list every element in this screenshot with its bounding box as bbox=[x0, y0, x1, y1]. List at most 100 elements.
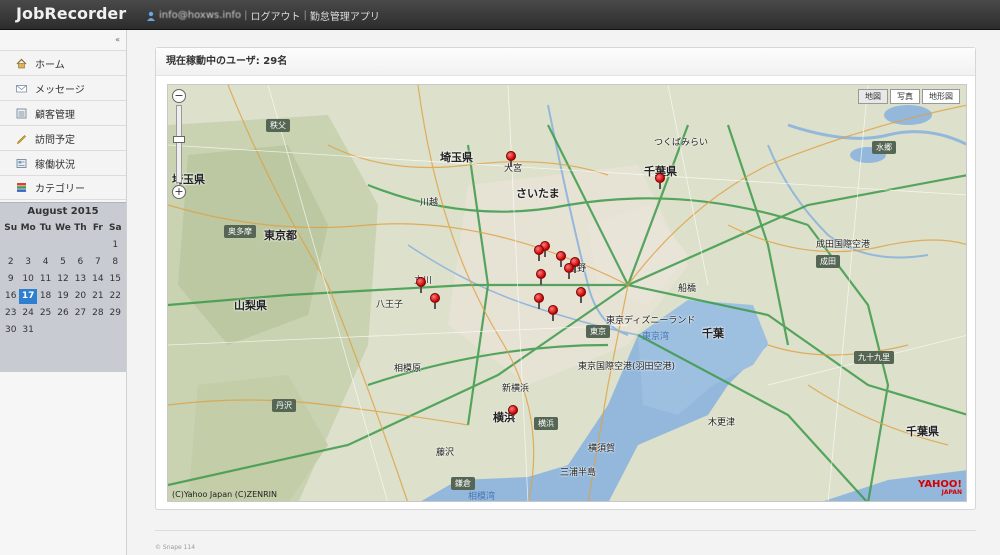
calendar-day[interactable]: 2 bbox=[2, 255, 19, 270]
home-icon bbox=[16, 58, 27, 68]
sidebar-item-category[interactable]: カテゴリー bbox=[0, 175, 126, 200]
map-label: 水郷 bbox=[872, 141, 896, 154]
sidebar-item-home[interactable]: ホーム bbox=[0, 50, 126, 75]
zoom-out-button[interactable]: − bbox=[172, 89, 186, 103]
calendar-day[interactable]: 13 bbox=[72, 272, 89, 287]
calendar-day[interactable]: 25 bbox=[37, 306, 54, 321]
brand-logo[interactable]: JobRecorder bbox=[16, 4, 126, 23]
map-label: 千葉県 bbox=[906, 425, 939, 438]
sidebar-item-status[interactable]: 稼働状況 bbox=[0, 150, 126, 175]
user-location-pin[interactable] bbox=[430, 293, 440, 309]
calendar-day[interactable]: 5 bbox=[54, 255, 71, 270]
map-type-terrain-button[interactable]: 地形図 bbox=[922, 89, 960, 104]
map-label: 丹沢 bbox=[272, 399, 296, 412]
map-view[interactable]: 秩父 埼玉県 埼玉県 さいたま 奥多摩 東京都 東京 山梨県 丹沢 横浜 横浜 … bbox=[167, 84, 967, 502]
yahoo-japan-logo: YAHOO! JAPAN bbox=[918, 480, 962, 497]
calendar-day[interactable]: 10 bbox=[19, 272, 36, 287]
sidebar: « ホーム メッセージ 顧客管理 訪問予定 稼働状況 カテゴリー August … bbox=[0, 30, 127, 555]
map-label: 三浦半島 bbox=[560, 468, 597, 478]
user-location-pin[interactable] bbox=[506, 151, 516, 167]
map-label: 九十九里 bbox=[854, 351, 894, 364]
sidebar-item-label: 顧客管理 bbox=[35, 109, 75, 121]
zoom-slider[interactable] bbox=[173, 105, 185, 183]
calendar-day[interactable]: 11 bbox=[37, 272, 54, 287]
calendar-empty-cell bbox=[72, 323, 89, 338]
calendar-empty-cell bbox=[54, 323, 71, 338]
calendar-day[interactable]: 8 bbox=[107, 255, 124, 270]
sidebar-nav: ホーム メッセージ 顧客管理 訪問予定 稼働状況 カテゴリー bbox=[0, 50, 126, 200]
calendar-day[interactable]: 1 bbox=[107, 238, 124, 253]
sidebar-item-visit-schedule[interactable]: 訪問予定 bbox=[0, 125, 126, 150]
map-label: 東京ディズニーランド bbox=[606, 316, 696, 326]
sidebar-item-label: 訪問予定 bbox=[35, 134, 75, 146]
map-label: つくばみらい bbox=[654, 138, 709, 148]
zoom-slider-handle[interactable] bbox=[173, 136, 185, 143]
attendance-app-link[interactable]: 勤怠管理アプリ bbox=[310, 8, 380, 23]
calendar-day[interactable]: 21 bbox=[89, 289, 106, 304]
footer-text: © Snape 114 bbox=[155, 544, 196, 551]
user-location-pin[interactable] bbox=[534, 245, 544, 261]
user-location-pin[interactable] bbox=[534, 293, 544, 309]
calendar-day[interactable]: 17 bbox=[19, 289, 37, 304]
sidebar-collapse-button[interactable]: « bbox=[115, 35, 120, 44]
calendar-day[interactable]: 18 bbox=[37, 289, 54, 304]
calendar-day[interactable]: 31 bbox=[19, 323, 36, 338]
calendar-day[interactable]: 3 bbox=[19, 255, 36, 270]
user-location-pin[interactable] bbox=[416, 277, 426, 293]
calendar-empty-cell bbox=[89, 238, 106, 253]
sidebar-item-messages[interactable]: メッセージ bbox=[0, 75, 126, 100]
logout-link[interactable]: ログアウト bbox=[251, 8, 301, 23]
panel-title: 現在稼動中のユーザ: 29名 bbox=[156, 48, 975, 76]
map-label: 東京湾 bbox=[642, 332, 670, 342]
user-bar: info@hoxws.info | ログアウト | 勤怠管理アプリ bbox=[146, 8, 380, 23]
map-label: 東京 bbox=[586, 325, 610, 338]
map-label: 船橋 bbox=[678, 284, 697, 294]
map-label: 藤沢 bbox=[436, 448, 455, 458]
user-location-pin[interactable] bbox=[548, 305, 558, 321]
calendar-empty-cell bbox=[89, 323, 106, 338]
user-location-pin[interactable] bbox=[508, 405, 518, 421]
zoom-in-button[interactable]: + bbox=[172, 185, 186, 199]
map-label: 川越 bbox=[420, 198, 439, 208]
calendar-day[interactable]: 23 bbox=[2, 306, 19, 321]
calendar-day[interactable]: 6 bbox=[72, 255, 89, 270]
calendar-day[interactable]: 20 bbox=[72, 289, 89, 304]
category-icon bbox=[17, 183, 26, 192]
calendar-day[interactable]: 22 bbox=[107, 289, 124, 304]
calendar-empty-cell bbox=[37, 238, 54, 253]
calendar-day-of-week: Sa bbox=[109, 223, 122, 233]
calendar-day[interactable]: 28 bbox=[89, 306, 106, 321]
map-type-map-button[interactable]: 地図 bbox=[858, 89, 888, 104]
calendar-day[interactable]: 24 bbox=[19, 306, 36, 321]
calendar-day[interactable]: 30 bbox=[2, 323, 19, 338]
calendar-day-of-week: Mo bbox=[20, 223, 36, 233]
calendar-day[interactable]: 29 bbox=[107, 306, 124, 321]
map-label: 八王子 bbox=[376, 300, 404, 310]
calendar-day[interactable]: 26 bbox=[54, 306, 71, 321]
map-label: 横須賀 bbox=[588, 444, 616, 454]
user-location-pin[interactable] bbox=[564, 263, 574, 279]
calendar-day[interactable]: 7 bbox=[89, 255, 106, 270]
calendar-day[interactable]: 27 bbox=[72, 306, 89, 321]
sidebar-item-customers[interactable]: 顧客管理 bbox=[0, 100, 126, 125]
map-type-photo-button[interactable]: 写真 bbox=[890, 89, 920, 104]
calendar-day[interactable]: 9 bbox=[2, 272, 19, 287]
map-label: 相模湾 bbox=[468, 492, 496, 502]
calendar-day[interactable]: 19 bbox=[54, 289, 71, 304]
calendar-day-of-week: Th bbox=[74, 223, 87, 233]
user-email: info@hoxws.info bbox=[159, 10, 242, 21]
sidebar-item-label: ホーム bbox=[35, 59, 65, 71]
calendar-day[interactable]: 4 bbox=[37, 255, 54, 270]
calendar-empty-cell bbox=[2, 238, 19, 253]
user-location-pin[interactable] bbox=[536, 269, 546, 285]
calendar-day[interactable]: 12 bbox=[54, 272, 71, 287]
zoom-control: − + bbox=[172, 89, 186, 199]
calendar-month-title: August 2015 bbox=[27, 206, 99, 217]
calendar-day[interactable]: 14 bbox=[89, 272, 106, 287]
user-location-pin[interactable] bbox=[576, 287, 586, 303]
separator: | bbox=[244, 10, 248, 21]
calendar-day-of-week: Fr bbox=[92, 223, 103, 233]
calendar-day[interactable]: 16 bbox=[2, 289, 19, 304]
calendar-day[interactable]: 15 bbox=[107, 272, 124, 287]
user-location-pin[interactable] bbox=[655, 173, 665, 189]
